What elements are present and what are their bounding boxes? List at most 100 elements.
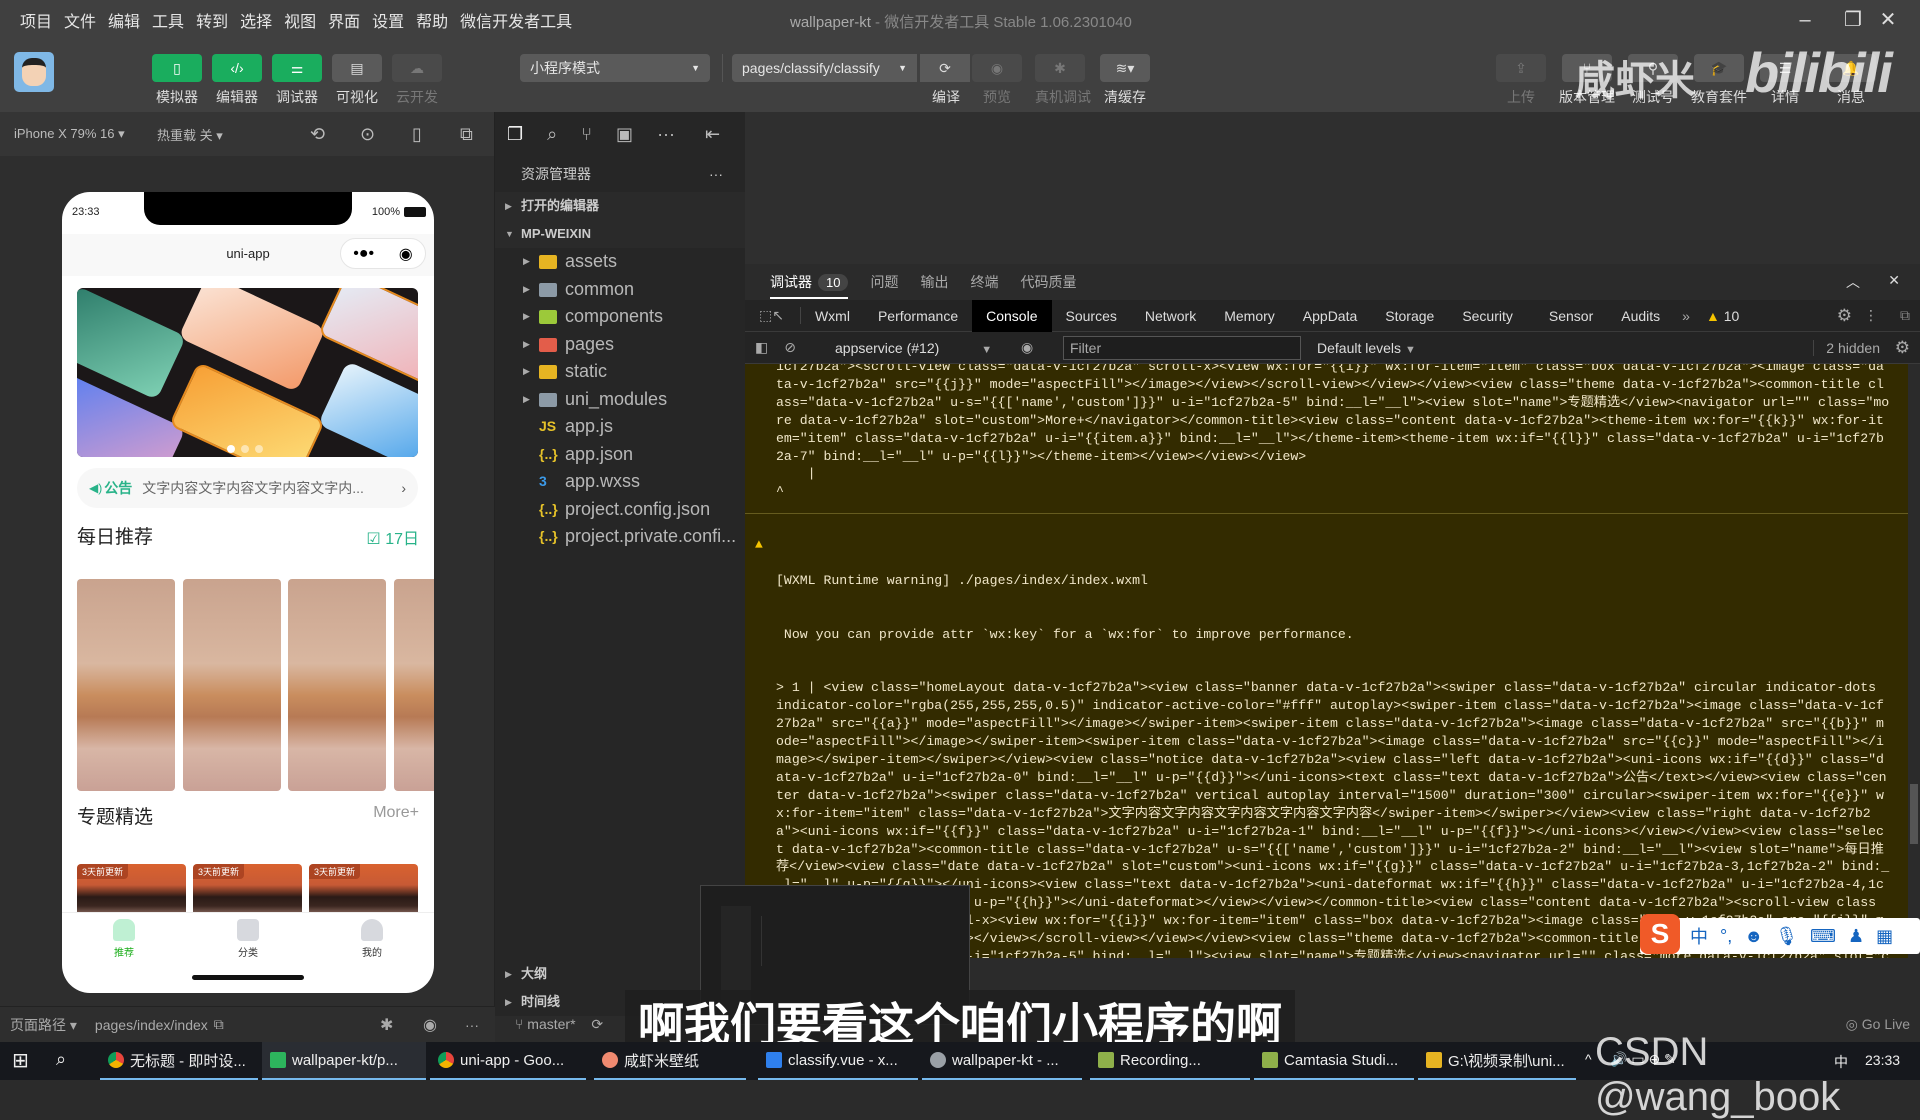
chevron-up-icon[interactable]: ︿ [1846, 272, 1860, 292]
panel-tab-network[interactable]: Network [1131, 300, 1210, 332]
stop-icon[interactable]: ⊙ [360, 124, 375, 145]
tab-problems[interactable]: 问题 [870, 272, 898, 292]
folder-node[interactable]: ▶ common [495, 276, 745, 304]
panel-tab-performance[interactable]: Performance [864, 300, 972, 332]
editor-button[interactable]: ‹/› [212, 54, 262, 82]
panel-tab-sensor[interactable]: Sensor [1535, 300, 1607, 332]
windows-start-icon[interactable]: ⊞ [12, 1048, 29, 1073]
panel-tab-console[interactable]: Console [972, 299, 1052, 332]
more-icon[interactable]: ··· [657, 124, 675, 145]
scrollbar-thumb[interactable] [1910, 784, 1918, 844]
copy-icon[interactable]: ⧉ [214, 1016, 224, 1033]
context-select[interactable]: appservice (#12) ▼ [835, 340, 992, 356]
project-root-section[interactable]: ▼ MP-WEIXIN [495, 220, 745, 248]
menu-item-interface[interactable]: 界面 [322, 8, 366, 32]
folder-node[interactable]: ▶ assets [495, 248, 745, 276]
punctuation-icon[interactable]: °, [1720, 926, 1732, 947]
more-tabs-icon[interactable]: » [1674, 308, 1698, 324]
panel-tab-storage[interactable]: Storage [1371, 300, 1448, 332]
sync-icon[interactable]: ⟳ [591, 1016, 603, 1032]
daily-wallpaper-thumb[interactable] [183, 579, 281, 791]
minimize-button[interactable]: – [1785, 6, 1825, 34]
menu-item-help[interactable]: 帮助 [410, 8, 454, 32]
notice-bar[interactable]: ◀) 公告 文字内容文字内容文字内容文字内... › [77, 468, 418, 508]
menu-item-tools[interactable]: 工具 [146, 8, 190, 32]
search-icon[interactable]: ⌕ [547, 124, 557, 145]
close-window-button[interactable]: ✕ [1868, 6, 1908, 34]
menu-item-settings[interactable]: 设置 [366, 8, 410, 32]
source-control-icon[interactable]: ⑂ [581, 124, 592, 145]
taskbar-item[interactable]: wallpaper-kt/p... [262, 1042, 426, 1080]
menu-item-goto[interactable]: 转到 [190, 8, 234, 32]
banner-swiper[interactable] [77, 288, 418, 457]
remote-debug-button[interactable]: ✱ [1035, 54, 1085, 82]
emoji-icon[interactable]: ☻ [1744, 926, 1763, 947]
panel-tab-wxml[interactable]: Wxml [801, 300, 864, 332]
hot-reload-select[interactable]: 热重载 关 ▾ [157, 125, 223, 144]
taskbar-item[interactable]: wallpaper-kt - ... [922, 1042, 1082, 1080]
tab-recommend[interactable]: 推荐 [84, 913, 164, 964]
page-path-select[interactable]: 页面路径 ▾ [10, 1015, 77, 1035]
settings-gear-icon[interactable]: ⚙ [1837, 306, 1852, 326]
folder-node[interactable]: ▶ static [495, 358, 745, 386]
education-button[interactable]: 🎓 [1694, 54, 1744, 82]
taskbar-item[interactable]: Recording... [1090, 1042, 1250, 1080]
console-filter-input[interactable]: Filter [1063, 336, 1301, 360]
phone-icon[interactable]: ▯ [412, 124, 422, 145]
console-scrollbar[interactable] [1908, 364, 1920, 958]
taskbar-item[interactable]: Camtasia Studi... [1254, 1042, 1414, 1080]
warnings-counter[interactable]: ▲ 10 [1698, 308, 1747, 324]
clear-console-icon[interactable]: ⊘ [784, 339, 796, 356]
file-node[interactable]: 3 app.wxss [495, 468, 745, 496]
collapse-panel-icon[interactable]: ⇤ [705, 124, 720, 145]
user-avatar[interactable] [14, 52, 54, 92]
extensions-icon[interactable]: ▣ [616, 124, 633, 145]
eye-icon[interactable]: ◉ [1021, 339, 1033, 356]
swiper-dot[interactable] [241, 445, 249, 453]
tab-terminal[interactable]: 终端 [970, 272, 998, 292]
taskbar-item[interactable]: classify.vue - x... [758, 1042, 918, 1080]
tab-category[interactable]: 分类 [208, 913, 288, 964]
folder-node[interactable]: ▶ pages [495, 331, 745, 359]
panel-tab-audits[interactable]: Audits [1607, 300, 1674, 332]
device-select[interactable]: iPhone X 79% 16 ▾ [14, 126, 125, 142]
ime-mode[interactable]: 中 [1690, 923, 1708, 949]
eye-icon[interactable]: ◉ [423, 1015, 437, 1035]
file-node[interactable]: {..} app.json [495, 441, 745, 469]
ime-toolbar[interactable]: S 中 °, ☻ 🎙 ⌨ ♟ ▦ [1640, 914, 1920, 954]
search-icon[interactable]: ⌕ [56, 1049, 66, 1070]
compile-mode-select[interactable]: pages/classify/classify ▼ [732, 54, 917, 82]
daily-wallpaper-thumb[interactable] [288, 579, 386, 791]
swiper-dot[interactable] [255, 445, 263, 453]
file-node[interactable]: {..} project.private.confi... [495, 523, 745, 551]
daily-wallpaper-thumb[interactable] [394, 579, 434, 791]
chevron-right-icon[interactable]: › [401, 480, 406, 496]
skin-icon[interactable]: ♟ [1848, 926, 1864, 947]
panel-tab-sources[interactable]: Sources [1052, 300, 1131, 332]
taskbar-item[interactable]: 无标题 - 即时设... [100, 1042, 258, 1080]
files-icon[interactable]: ❐ [507, 124, 523, 145]
keyboard-icon[interactable]: ⌨ [1810, 926, 1836, 947]
inspect-element-icon[interactable]: ⬚↖ [745, 307, 801, 324]
microphone-icon[interactable]: 🎙 [1775, 926, 1798, 947]
debugger-button[interactable]: ⚌ [272, 54, 322, 82]
panel-tab-appdata[interactable]: AppData [1289, 300, 1371, 332]
panel-tab-security[interactable]: Security [1448, 300, 1527, 332]
open-editors-section[interactable]: ▶ 打开的编辑器 [495, 192, 745, 220]
git-branch[interactable]: ⑂ master* ⟳ [515, 1016, 603, 1033]
theme-more-link[interactable]: More+ [373, 804, 419, 822]
kebab-menu-icon[interactable]: ⋮ [1864, 307, 1878, 324]
visualize-button[interactable]: ▤ [332, 54, 382, 82]
reload-icon[interactable]: ⟲ [310, 124, 325, 145]
tab-mine[interactable]: 我的 [332, 913, 412, 964]
menu-item-edit[interactable]: 编辑 [102, 8, 146, 32]
folder-node[interactable]: ▶ components [495, 303, 745, 331]
clear-cache-button[interactable]: ≋▾ [1100, 54, 1150, 82]
panel-tab-memory[interactable]: Memory [1210, 300, 1289, 332]
bug-icon[interactable]: ✱ [380, 1015, 393, 1035]
taskbar-item[interactable]: G:\视频录制\uni... [1418, 1042, 1576, 1080]
more-icon[interactable]: ··· [465, 1017, 479, 1033]
sidebar-toggle-icon[interactable]: ◧ [755, 339, 768, 356]
file-node[interactable]: {..} project.config.json [495, 496, 745, 524]
simulator-button[interactable]: ▯ [152, 54, 202, 82]
